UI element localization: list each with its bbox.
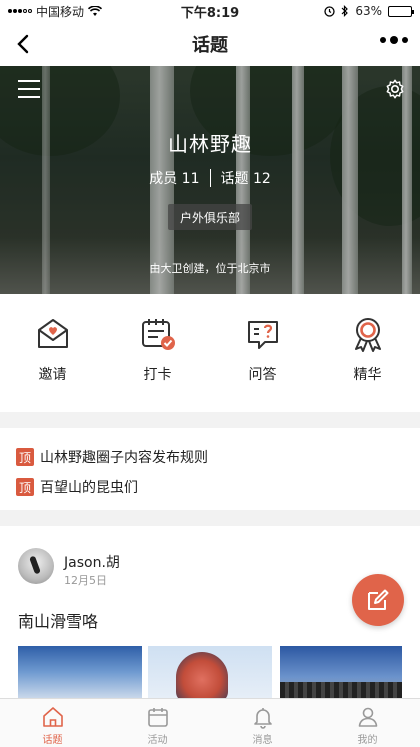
topics-stat[interactable]: 话题 12 <box>221 168 271 188</box>
pinned-item[interactable]: 顶 山林野趣圈子内容发布规则 <box>16 442 404 472</box>
feature-highlights[interactable]: 精华 <box>315 294 420 412</box>
battery-percent: 63% <box>355 4 382 18</box>
back-arrow-icon[interactable] <box>10 30 38 58</box>
tab-topics[interactable]: 话题 <box>0 699 105 747</box>
tab-label: 话题 <box>42 735 63 746</box>
tab-bar: 话题 活动 消息 我的 <box>0 698 420 747</box>
post-title[interactable]: 南山滑雪咯 <box>18 608 98 632</box>
more-options-icon[interactable] <box>380 36 408 44</box>
pinned-title: 百望山的昆虫们 <box>40 480 138 496</box>
nav-bar: 话题 <box>0 22 420 66</box>
skier-figure <box>29 555 41 575</box>
group-name: 山林野趣 <box>168 132 252 156</box>
feature-label: 邀请 <box>38 367 67 383</box>
status-bar: 中国移动 下午8:19 63% <box>0 0 420 22</box>
members-count: 11 <box>181 171 200 187</box>
envelope-heart-icon <box>37 319 68 348</box>
hamburger-menu-icon[interactable] <box>18 80 40 98</box>
post-image[interactable] <box>280 646 402 698</box>
award-ribbon-icon <box>354 318 381 352</box>
feature-label: 精华 <box>353 367 382 383</box>
feature-invite[interactable]: 邀请 <box>0 294 105 412</box>
members-stat[interactable]: 成员 11 <box>149 168 199 188</box>
pin-badge: 顶 <box>16 478 34 496</box>
chat-question-icon <box>247 321 278 349</box>
calendar-icon <box>147 708 168 727</box>
stats-divider <box>209 169 211 187</box>
avatar[interactable] <box>18 548 54 584</box>
bell-icon <box>253 708 272 729</box>
portrait-figure <box>176 652 228 698</box>
compose-button[interactable] <box>352 574 404 626</box>
pinned-topics: 顶 山林野趣圈子内容发布规则 顶 百望山的昆虫们 <box>0 428 420 510</box>
post-image[interactable] <box>148 646 272 698</box>
pinned-title: 山林野趣圈子内容发布规则 <box>40 450 208 466</box>
topics-label: 话题 <box>220 171 249 187</box>
crowd-figure <box>280 682 402 698</box>
battery-icon <box>388 5 414 17</box>
tab-label: 活动 <box>147 735 168 746</box>
members-label: 成员 <box>149 171 178 187</box>
status-right: 63% <box>262 4 414 18</box>
person-icon <box>358 707 377 727</box>
wifi-icon <box>88 5 103 16</box>
post-author[interactable]: Jason.胡 <box>64 552 120 572</box>
post-date: 12月5日 <box>64 574 107 587</box>
feature-checkin[interactable]: 打卡 <box>105 294 210 412</box>
status-time: 下午8:19 <box>180 5 240 21</box>
feature-qa[interactable]: 问答 <box>210 294 315 412</box>
category-tag[interactable]: 户外俱乐部 <box>168 204 252 230</box>
bluetooth-icon <box>341 5 349 17</box>
pinned-item[interactable]: 顶 百望山的昆虫们 <box>16 472 404 502</box>
status-left: 中国移动 <box>8 3 158 20</box>
creator-info: 由大卫创建，位于北京市 <box>149 262 271 275</box>
settings-gear-icon[interactable] <box>384 78 406 100</box>
signal-icon <box>8 9 32 13</box>
feature-label: 问答 <box>248 367 277 383</box>
tab-label: 我的 <box>357 735 378 746</box>
tab-label: 消息 <box>252 735 273 746</box>
tab-me[interactable]: 我的 <box>315 699 420 747</box>
tab-messages[interactable]: 消息 <box>210 699 315 747</box>
home-icon <box>42 707 63 727</box>
alarm-icon <box>324 5 335 17</box>
feature-grid: 邀请 打卡 问答 精华 <box>0 294 420 412</box>
group-stats: 成员 11 话题 12 <box>0 168 420 188</box>
page-title: 话题 <box>192 35 228 56</box>
calendar-check-icon <box>141 319 175 350</box>
feature-label: 打卡 <box>143 367 172 383</box>
tab-activities[interactable]: 活动 <box>105 699 210 747</box>
topics-count: 12 <box>252 171 271 187</box>
edit-pencil-icon <box>368 589 389 610</box>
post-image[interactable] <box>18 646 142 698</box>
carrier-label: 中国移动 <box>36 4 85 19</box>
group-banner: 山林野趣 成员 11 话题 12 户外俱乐部 由大卫创建，位于北京市 <box>0 66 420 294</box>
pin-badge: 顶 <box>16 448 34 466</box>
